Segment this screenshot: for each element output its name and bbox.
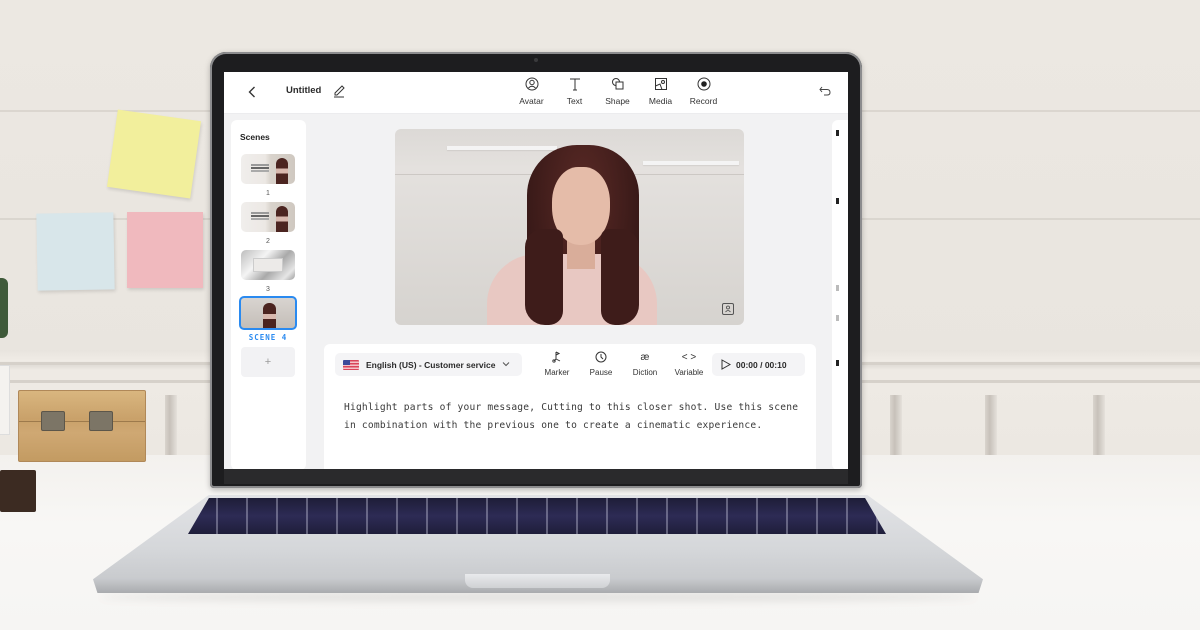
box-seam	[19, 421, 145, 422]
tool-label: Marker	[544, 368, 570, 377]
undo-button[interactable]	[818, 84, 832, 98]
code-brackets-icon: < >	[681, 352, 697, 363]
scene-number: 2	[266, 238, 270, 245]
box-hinge	[41, 411, 65, 431]
panel-heading	[836, 198, 839, 204]
top-toolbar: Untitled Avatar Text Shape Media Record	[224, 72, 848, 114]
script-editor: English (US) - Customer service Marker P…	[324, 344, 816, 469]
avatar-badge-icon[interactable]	[722, 303, 734, 315]
sticky-note-pink	[127, 212, 203, 288]
panel-heading	[836, 360, 839, 366]
tool-variable[interactable]: < > Variable	[667, 351, 711, 377]
tool-pause[interactable]: Pause	[579, 351, 623, 377]
tool-label: Shape	[605, 96, 630, 106]
tool-label: Text	[566, 96, 583, 106]
tool-label: Avatar	[519, 96, 544, 106]
playback-time: 00:00 / 00:10	[736, 359, 787, 370]
wainscot-post	[165, 395, 177, 460]
sticky-note-blue	[36, 212, 115, 291]
rename-button[interactable]	[332, 82, 346, 98]
active-scene-label: SCENE 4	[248, 333, 288, 342]
tool-shape[interactable]: Shape	[596, 76, 639, 106]
ae-ligature-icon: æ	[640, 352, 650, 363]
wainscot-post	[985, 395, 997, 460]
tool-diction[interactable]: æ Diction	[623, 351, 667, 377]
text-icon	[569, 78, 580, 91]
tool-media[interactable]: Media	[639, 76, 682, 106]
script-textarea[interactable]: Highlight parts of your message, Cutting…	[344, 399, 804, 435]
ceiling-light	[643, 161, 739, 165]
person-icon	[725, 305, 731, 313]
properties-panel	[832, 120, 848, 469]
media-icon	[654, 78, 667, 90]
marker-icon	[551, 351, 563, 364]
tool-label: Record	[689, 96, 718, 106]
scene-thumbnail-3[interactable]	[241, 250, 295, 280]
tool-avatar[interactable]: Avatar	[510, 76, 553, 106]
tool-marker[interactable]: Marker	[535, 351, 579, 377]
laptop-lid: Untitled Avatar Text Shape Media Record …	[210, 52, 862, 488]
thumbnail-text	[251, 212, 269, 214]
panel-heading	[836, 130, 839, 136]
tool-text[interactable]: Text	[553, 76, 596, 106]
project-title[interactable]: Untitled	[286, 85, 321, 96]
record-icon	[697, 77, 710, 91]
ceiling-light	[447, 146, 557, 150]
clock-icon	[595, 351, 607, 364]
webcam	[534, 58, 538, 62]
laptop-lid-notch	[465, 574, 610, 588]
us-flag-icon	[343, 359, 359, 370]
scene-thumbnail-4-active[interactable]	[239, 296, 297, 330]
video-preview[interactable]	[395, 129, 744, 325]
thumbnail-card	[253, 258, 283, 272]
laptop-keyboard	[188, 498, 886, 534]
laptop-shadow	[100, 592, 976, 602]
tool-label: Variable	[674, 368, 704, 377]
scene-thumbnail-2[interactable]	[241, 202, 295, 232]
scene-number: 1	[266, 190, 270, 197]
pencil-icon	[334, 85, 345, 98]
voice-language-select[interactable]: English (US) - Customer service	[335, 353, 522, 376]
add-scene-button[interactable]: +	[241, 347, 295, 377]
avatar-icon	[525, 77, 538, 91]
sticky-note-yellow	[106, 109, 202, 199]
scenes-panel: Scenes 1 2 3 SCENE 4 +	[231, 120, 306, 469]
tool-label: Diction	[632, 368, 658, 377]
scene-thumbnail-1[interactable]	[241, 154, 295, 184]
scene-number: 3	[266, 286, 270, 293]
tool-record[interactable]: Record	[682, 76, 725, 106]
tool-label: Media	[648, 96, 673, 106]
avatar-hair-left	[525, 229, 563, 325]
tool-label: Pause	[589, 368, 613, 377]
play-button[interactable]: 00:00 / 00:10	[712, 353, 805, 376]
scenes-title: Scenes	[240, 132, 270, 142]
app-screen: Untitled Avatar Text Shape Media Record …	[224, 72, 848, 469]
wainscot-post	[1093, 395, 1105, 460]
screen-bezel	[224, 469, 848, 484]
script-tools: Marker Pause æ Diction < > Variable	[535, 351, 711, 377]
play-icon	[721, 359, 731, 370]
thumbnail-avatar	[276, 158, 288, 184]
shape-icon	[611, 78, 623, 90]
plant-pot	[0, 365, 10, 435]
avatar-hair-right	[601, 229, 639, 325]
book	[0, 470, 36, 512]
panel-label	[836, 315, 839, 321]
chevron-left-icon	[248, 86, 255, 98]
box-hinge	[89, 411, 113, 431]
panel-label	[836, 285, 839, 291]
wainscot-post	[890, 395, 902, 460]
cactus-plant	[0, 278, 8, 338]
thumbnail-avatar	[263, 303, 276, 328]
back-button[interactable]	[244, 83, 260, 101]
thumbnail-text	[251, 164, 269, 166]
undo-icon	[819, 86, 831, 96]
insert-tools: Avatar Text Shape Media Record	[510, 76, 725, 106]
wooden-box	[18, 390, 146, 462]
chevron-down-icon	[502, 360, 510, 369]
thumbnail-avatar	[276, 206, 288, 232]
voice-language-label: English (US) - Customer service	[366, 359, 496, 370]
